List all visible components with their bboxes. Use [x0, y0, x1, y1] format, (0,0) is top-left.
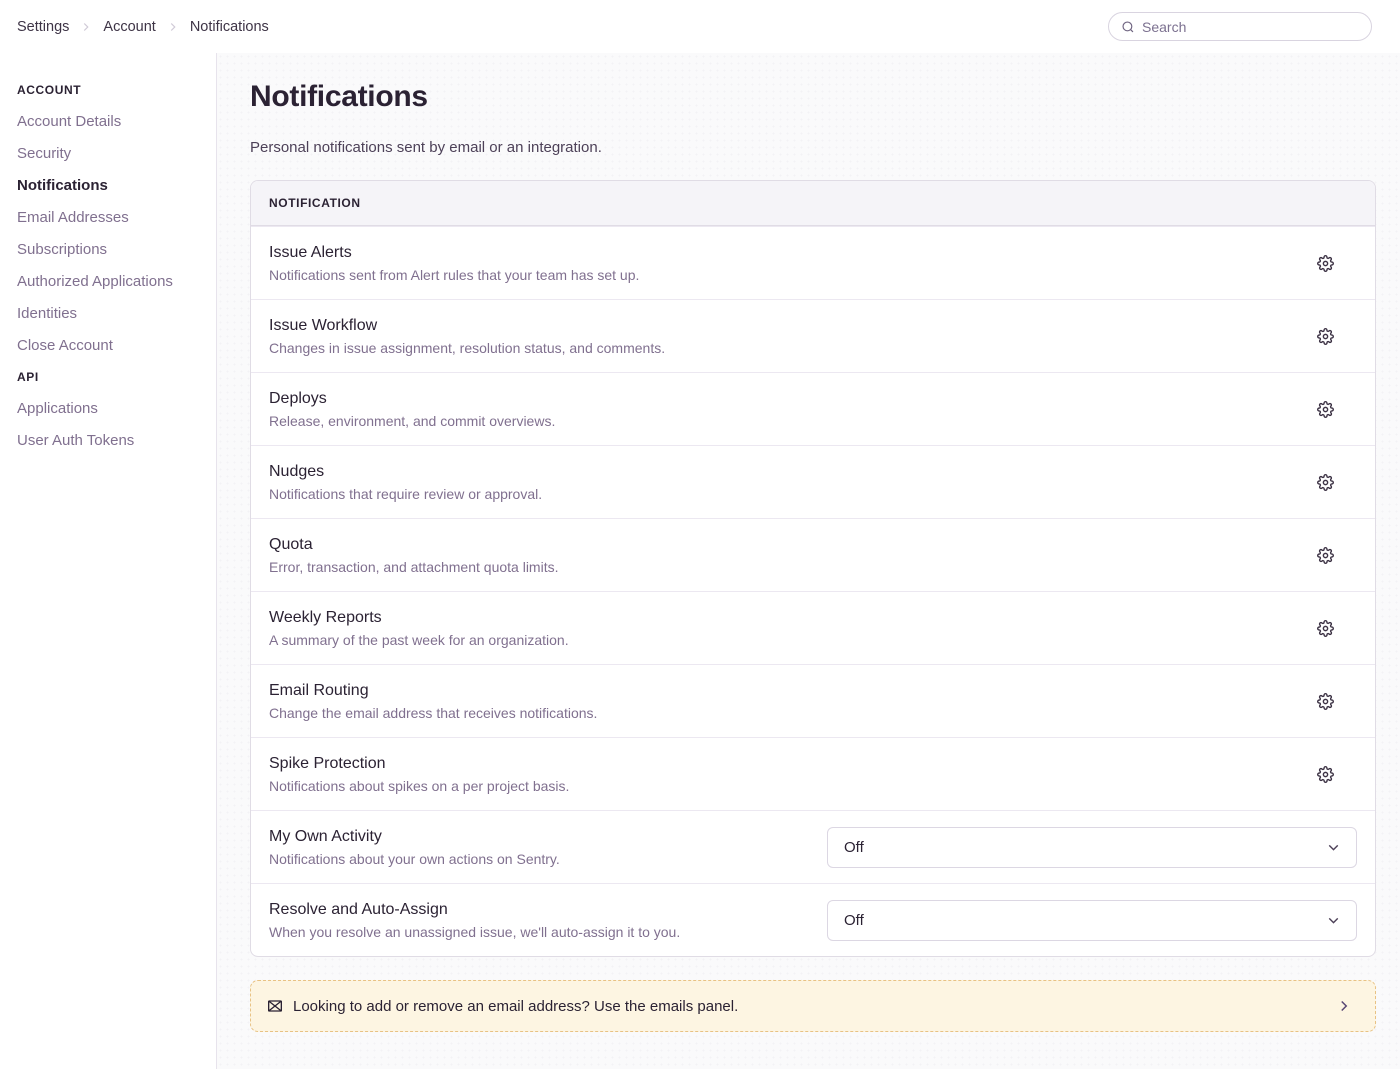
row-title: Resolve and Auto-Assign: [269, 901, 811, 919]
row-issue-alerts: Issue Alerts Notifications sent from Ale…: [251, 226, 1375, 299]
row-title: Issue Workflow: [269, 317, 1290, 335]
row-spike-protection: Spike Protection Notifications about spi…: [251, 737, 1375, 810]
row-description: Changes in issue assignment, resolution …: [269, 340, 1290, 356]
sidebar-item-account-details[interactable]: Account Details: [17, 114, 206, 130]
row-title: Issue Alerts: [269, 244, 1290, 262]
gear-icon: [1317, 255, 1334, 272]
row-text: Nudges Notifications that require review…: [269, 463, 1306, 502]
top-bar: Settings Account Notifications: [0, 0, 1400, 53]
row-text: Spike Protection Notifications about spi…: [269, 755, 1306, 794]
settings-gear-button[interactable]: [1306, 609, 1344, 647]
row-text: Email Routing Change the email address t…: [269, 682, 1306, 721]
sidebar-item-identities[interactable]: Identities: [17, 306, 206, 322]
breadcrumb-settings[interactable]: Settings: [17, 19, 69, 35]
sidebar-section-api: API Applications User Auth Tokens: [17, 370, 206, 449]
row-title: My Own Activity: [269, 828, 811, 846]
settings-gear-button[interactable]: [1306, 317, 1344, 355]
chevron-down-icon: [1325, 912, 1342, 929]
chevron-down-icon: [1325, 839, 1342, 856]
chevron-right-icon: [1335, 997, 1353, 1015]
row-description: Notifications that require review or app…: [269, 486, 1290, 502]
row-text: Issue Alerts Notifications sent from Ale…: [269, 244, 1306, 283]
search-icon: [1121, 20, 1135, 34]
gear-icon: [1317, 547, 1334, 564]
row-description: Notifications about your own actions on …: [269, 851, 811, 867]
row-description: Release, environment, and commit overvie…: [269, 413, 1290, 429]
gear-icon: [1317, 474, 1334, 491]
sidebar-section-title: ACCOUNT: [17, 83, 206, 97]
settings-gear-button[interactable]: [1306, 463, 1344, 501]
sidebar-item-user-auth-tokens[interactable]: User Auth Tokens: [17, 433, 206, 449]
sidebar-item-applications[interactable]: Applications: [17, 401, 206, 417]
row-description: Notifications sent from Alert rules that…: [269, 267, 1290, 283]
row-text: Deploys Release, environment, and commit…: [269, 390, 1306, 429]
panel-header: NOTIFICATION: [251, 181, 1375, 226]
row-description: When you resolve an unassigned issue, we…: [269, 924, 811, 940]
row-resolve-and-auto-assign: Resolve and Auto-Assign When you resolve…: [251, 883, 1375, 956]
page-title: Notifications: [250, 80, 1376, 114]
gear-icon: [1317, 328, 1334, 345]
sidebar-item-close-account[interactable]: Close Account: [17, 338, 206, 354]
gear-icon: [1317, 693, 1334, 710]
row-title: Nudges: [269, 463, 1290, 481]
row-title: Weekly Reports: [269, 609, 1290, 627]
row-title: Deploys: [269, 390, 1290, 408]
row-nudges: Nudges Notifications that require review…: [251, 445, 1375, 518]
settings-sidebar: ACCOUNT Account Details Security Notific…: [0, 53, 217, 1069]
search-input[interactable]: [1142, 19, 1359, 35]
select-value: Off: [844, 912, 864, 929]
row-my-own-activity: My Own Activity Notifications about your…: [251, 810, 1375, 883]
gear-icon: [1317, 766, 1334, 783]
chevron-right-icon: [79, 20, 93, 34]
chevron-right-icon: [166, 20, 180, 34]
row-title: Email Routing: [269, 682, 1290, 700]
row-text: Weekly Reports A summary of the past wee…: [269, 609, 1306, 648]
row-title: Spike Protection: [269, 755, 1290, 773]
settings-gear-button[interactable]: [1306, 682, 1344, 720]
alert-text: Looking to add or remove an email addres…: [293, 998, 1325, 1015]
row-text: My Own Activity Notifications about your…: [269, 828, 827, 867]
row-description: Notifications about spikes on a per proj…: [269, 778, 1290, 794]
row-quota: Quota Error, transaction, and attachment…: [251, 518, 1375, 591]
breadcrumb-account[interactable]: Account: [103, 19, 155, 35]
main-content: Notifications Personal notifications sen…: [217, 53, 1400, 1069]
row-text: Issue Workflow Changes in issue assignme…: [269, 317, 1306, 356]
row-title: Quota: [269, 536, 1290, 554]
row-weekly-reports: Weekly Reports A summary of the past wee…: [251, 591, 1375, 664]
row-text: Quota Error, transaction, and attachment…: [269, 536, 1306, 575]
notifications-panel: NOTIFICATION Issue Alerts Notifications …: [250, 180, 1376, 957]
row-description: Error, transaction, and attachment quota…: [269, 559, 1290, 575]
select-value: Off: [844, 839, 864, 856]
gear-icon: [1317, 620, 1334, 637]
row-text: Resolve and Auto-Assign When you resolve…: [269, 901, 827, 940]
sidebar-item-email-addresses[interactable]: Email Addresses: [17, 210, 206, 226]
sidebar-item-security[interactable]: Security: [17, 146, 206, 162]
resolve-auto-assign-select[interactable]: Off: [827, 900, 1357, 941]
page-subtitle: Personal notifications sent by email or …: [250, 139, 1376, 156]
sidebar-item-subscriptions[interactable]: Subscriptions: [17, 242, 206, 258]
row-description: Change the email address that receives n…: [269, 705, 1290, 721]
settings-gear-button[interactable]: [1306, 536, 1344, 574]
breadcrumb: Settings Account Notifications: [17, 19, 269, 35]
sidebar-section-account: ACCOUNT Account Details Security Notific…: [17, 83, 206, 354]
settings-gear-button[interactable]: [1306, 390, 1344, 428]
search-box[interactable]: [1108, 12, 1372, 41]
emails-panel-alert[interactable]: Looking to add or remove an email addres…: [250, 980, 1376, 1032]
gear-icon: [1317, 401, 1334, 418]
sidebar-section-title: API: [17, 370, 206, 384]
breadcrumb-notifications: Notifications: [190, 19, 269, 35]
row-deploys: Deploys Release, environment, and commit…: [251, 372, 1375, 445]
my-own-activity-select[interactable]: Off: [827, 827, 1357, 868]
row-email-routing: Email Routing Change the email address t…: [251, 664, 1375, 737]
settings-gear-button[interactable]: [1306, 755, 1344, 793]
row-issue-workflow: Issue Workflow Changes in issue assignme…: [251, 299, 1375, 372]
row-description: A summary of the past week for an organi…: [269, 632, 1290, 648]
sidebar-item-authorized-applications[interactable]: Authorized Applications: [17, 274, 206, 290]
sidebar-item-notifications[interactable]: Notifications: [17, 178, 206, 194]
mail-icon: [267, 998, 283, 1014]
settings-gear-button[interactable]: [1306, 244, 1344, 282]
